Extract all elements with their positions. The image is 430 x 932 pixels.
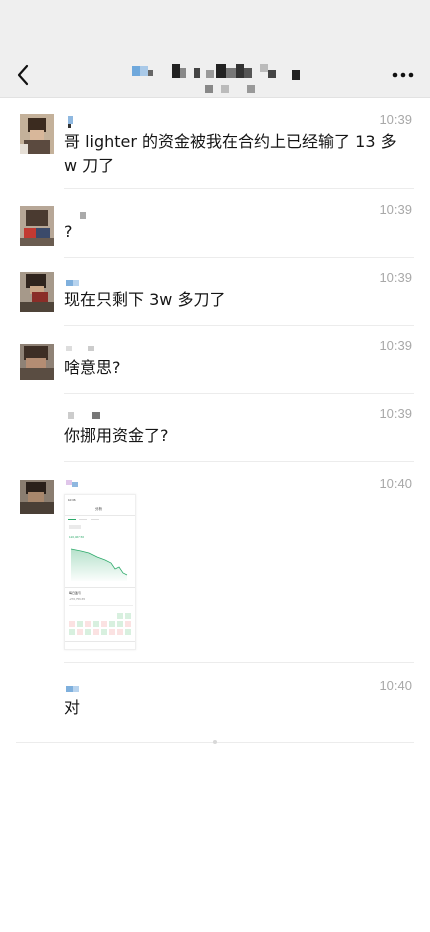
message-text: 啥意思? — [64, 358, 121, 377]
thumb-amount: -270,756.65 — [69, 597, 86, 601]
message-item[interactable]: 10:39 现在只剩下 3w 多刀了 — [0, 268, 430, 328]
avatar[interactable] — [20, 272, 54, 312]
thumb-cell — [117, 613, 123, 619]
thumb-divider — [69, 605, 133, 606]
back-button[interactable] — [12, 60, 36, 90]
thumb-cell — [101, 621, 107, 627]
avatar[interactable] — [20, 114, 54, 154]
message-item[interactable]: 10:40 对 — [0, 676, 430, 736]
message-time: 10:39 — [379, 202, 412, 217]
thumb-divider — [65, 641, 135, 642]
thumb-status-time: 10:36 — [68, 498, 76, 502]
message-time: 10:40 — [379, 678, 412, 693]
sender-name-redacted — [64, 116, 124, 128]
message-text: 哥 lighter 的资金被我在合约上已经输了 13 多 w 刀了 — [64, 132, 397, 175]
thumb-cell — [77, 621, 83, 627]
message-item[interactable]: 10:39 啥意思? — [0, 336, 430, 396]
avatar[interactable] — [20, 344, 54, 384]
end-marker — [213, 740, 217, 744]
chat-header — [0, 0, 430, 98]
sender-name-redacted — [64, 480, 124, 490]
thumb-chip — [69, 525, 81, 529]
thumb-cell — [93, 621, 99, 627]
thumb-cell — [85, 621, 91, 627]
thumb-cell — [117, 621, 123, 627]
thumb-cell — [109, 621, 115, 627]
thumb-cell — [117, 629, 123, 635]
thumb-tab — [91, 519, 99, 520]
chevron-left-icon — [17, 64, 29, 86]
message-text: ? — [64, 222, 73, 241]
thumb-tab-underline — [68, 519, 76, 520]
divider — [64, 461, 414, 462]
more-dots-icon — [392, 72, 414, 78]
message-item[interactable]: 10:39 哥 lighter 的资金被我在合约上已经输了 13 多 w 刀了 — [0, 110, 430, 190]
thumb-cell — [69, 621, 75, 627]
thumb-cell — [125, 613, 131, 619]
divider — [64, 325, 414, 326]
thumb-cell — [69, 629, 75, 635]
thumb-cell — [77, 629, 83, 635]
more-button[interactable] — [390, 62, 416, 88]
thumb-title: 分析 — [95, 507, 102, 511]
divider — [64, 393, 414, 394]
chat-title-redacted — [132, 64, 302, 80]
thumb-cell — [125, 621, 131, 627]
message-time: 10:39 — [379, 112, 412, 127]
sender-name-redacted — [64, 686, 124, 696]
thumb-value: 120,467.56 — [69, 535, 85, 539]
sender-name-redacted — [64, 412, 124, 422]
thumb-divider — [65, 515, 135, 516]
message-time: 10:39 — [379, 406, 412, 421]
thumb-section: 每日盈亏 — [69, 591, 82, 595]
message-item[interactable]: 10:39 你挪用资金了? — [0, 404, 430, 464]
screenshot-thumbnail[interactable]: 10:36 分析 120,467.56 每日盈亏 -270,756.65 — [64, 494, 136, 650]
message-text: 你挪用资金了? — [64, 426, 169, 445]
chat-subtitle-redacted — [205, 85, 265, 93]
message-item[interactable]: 10:39 ? — [0, 200, 430, 260]
avatar[interactable] — [20, 480, 54, 520]
divider — [64, 257, 414, 258]
thumb-cell — [101, 629, 107, 635]
thumb-cell — [109, 629, 115, 635]
message-item[interactable]: 10:40 10:36 分析 120,467.56 每日盈亏 -270,756.… — [0, 474, 430, 664]
message-time: 10:40 — [379, 476, 412, 491]
thumb-cell — [93, 629, 99, 635]
thumb-cell — [125, 629, 131, 635]
thumb-chart — [70, 548, 128, 581]
message-time: 10:39 — [379, 338, 412, 353]
thumb-divider — [65, 587, 135, 588]
message-text: 现在只剩下 3w 多刀了 — [64, 290, 226, 309]
divider — [64, 188, 414, 189]
avatar[interactable] — [20, 206, 54, 246]
message-text: 对 — [64, 698, 81, 717]
thumb-cell — [85, 629, 91, 635]
message-time: 10:39 — [379, 270, 412, 285]
thumb-tab — [79, 519, 87, 520]
divider — [64, 662, 414, 663]
sender-name-redacted — [64, 346, 124, 356]
